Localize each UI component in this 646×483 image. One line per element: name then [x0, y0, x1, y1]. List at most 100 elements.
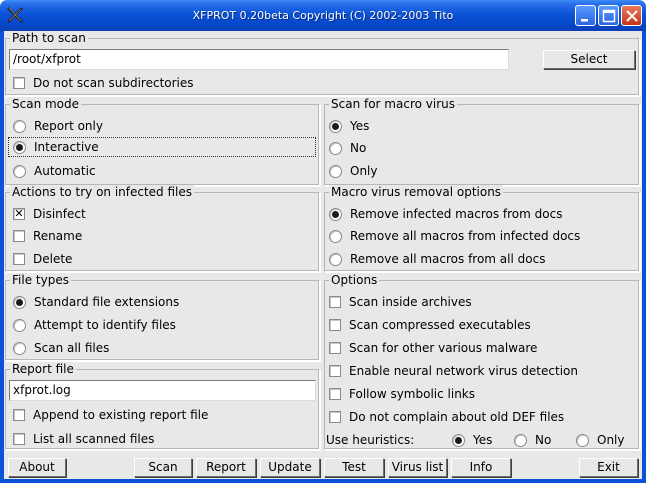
option-symlinks-checkbox[interactable]: Follow symbolic links: [329, 385, 475, 403]
checkbox-label: Do not complain about old DEF files: [349, 410, 565, 424]
radio-label: Yes: [473, 433, 493, 447]
option-neural-checkbox[interactable]: Enable neural network virus detection: [329, 362, 578, 380]
heuristics-yes[interactable]: Yes: [452, 431, 492, 449]
option-compressed-checkbox[interactable]: Scan compressed executables: [329, 316, 531, 334]
radio-label: No: [535, 433, 552, 447]
update-button[interactable]: Update: [260, 458, 320, 477]
file-types-standard[interactable]: Standard file extensions: [13, 293, 179, 311]
checkbox-label: Append to existing report file: [33, 408, 209, 422]
radio-label: Attempt to identify files: [34, 318, 176, 332]
macro-virus-only[interactable]: Only: [329, 162, 378, 180]
close-button[interactable]: [621, 5, 642, 26]
option-archives-checkbox[interactable]: Scan inside archives: [329, 293, 472, 311]
option-old-def-checkbox[interactable]: Do not complain about old DEF files: [329, 408, 564, 426]
radio-button: [13, 164, 26, 178]
virus-list-button[interactable]: Virus list: [388, 458, 447, 477]
radio-button: [329, 252, 342, 266]
window-title: XFPROT 0.20beta Copyright (C) 2002-2003 …: [192, 9, 454, 22]
radio-button: [329, 141, 342, 155]
title-bar[interactable]: XFPROT 0.20beta Copyright (C) 2002-2003 …: [0, 0, 646, 31]
radio-button: [329, 229, 342, 243]
file-types-identify[interactable]: Attempt to identify files: [13, 316, 176, 334]
test-button[interactable]: Test: [324, 458, 384, 477]
maximize-button[interactable]: [598, 5, 619, 26]
radio-button: [452, 433, 465, 447]
action-delete-checkbox[interactable]: Delete: [13, 250, 72, 268]
scan-button[interactable]: Scan: [134, 458, 192, 477]
maximize-icon: [602, 9, 616, 23]
no-subdirs-checkbox[interactable]: Do not scan subdirectories: [13, 74, 194, 92]
about-button[interactable]: About: [8, 458, 66, 477]
select-button[interactable]: Select: [543, 50, 635, 69]
option-malware-checkbox[interactable]: Scan for other various malware: [329, 339, 537, 357]
checkbox-box: [13, 77, 25, 89]
scan-mode-interactive[interactable]: Interactive: [8, 137, 316, 157]
checkbox-label: Disinfect: [33, 207, 86, 221]
radio-button: [514, 433, 527, 447]
radio-button: [13, 119, 26, 133]
close-icon: [626, 10, 638, 22]
group-title: Scan mode: [10, 97, 82, 111]
macro-removal-infected[interactable]: Remove infected macros from docs: [329, 205, 562, 223]
radio-button: [13, 341, 26, 355]
exit-button[interactable]: Exit: [579, 458, 638, 477]
checkbox-box: [13, 253, 25, 265]
radio-label: Report only: [34, 119, 103, 133]
checkbox-box: [13, 409, 25, 421]
checkbox-box: [329, 342, 341, 354]
radio-button: [13, 295, 26, 309]
scan-mode-automatic[interactable]: Automatic: [13, 162, 96, 180]
checkmark-icon: ✕: [13, 207, 25, 220]
append-report-checkbox[interactable]: Append to existing report file: [13, 406, 208, 424]
checkbox-label: List all scanned files: [33, 432, 155, 446]
radio-button: [576, 433, 589, 447]
checkbox-box: [329, 365, 341, 377]
radio-label: Interactive: [34, 140, 99, 154]
report-button[interactable]: Report: [196, 458, 256, 477]
list-all-checkbox[interactable]: List all scanned files: [13, 430, 154, 448]
checkbox-label: Rename: [33, 229, 83, 243]
radio-label: Yes: [350, 119, 370, 133]
checkbox-label: Enable neural network virus detection: [349, 364, 578, 378]
heuristics-no[interactable]: No: [514, 431, 551, 449]
checkbox-label: Delete: [33, 252, 73, 266]
minimize-button[interactable]: [575, 5, 596, 26]
info-button[interactable]: Info: [451, 458, 511, 477]
radio-label: Standard file extensions: [34, 295, 180, 309]
checkbox-box: [329, 296, 341, 308]
macro-removal-all-docs[interactable]: Remove all macros from all docs: [329, 250, 545, 268]
heuristics-only[interactable]: Only: [576, 431, 625, 449]
checkbox-label: Scan for other various malware: [349, 341, 538, 355]
checkbox-label: Follow symbolic links: [349, 387, 476, 401]
radio-button: [329, 119, 342, 133]
radio-label: Scan all files: [34, 341, 110, 355]
checkbox-box: [13, 433, 25, 445]
scan-mode-report-only[interactable]: Report only: [13, 117, 103, 135]
macro-removal-all-infected[interactable]: Remove all macros from infected docs: [329, 227, 580, 245]
radio-label: Remove infected macros from docs: [350, 207, 563, 221]
group-title: Report file: [10, 362, 76, 376]
radio-button: [13, 318, 26, 332]
group-title: Path to scan: [10, 31, 88, 45]
group-title: Actions to try on infected files: [10, 185, 195, 199]
minimize-icon: [581, 19, 588, 22]
checkbox-box: [13, 230, 25, 242]
group-title: Macro virus removal options: [329, 185, 504, 199]
checkbox-label: Do not scan subdirectories: [33, 76, 194, 90]
action-disinfect-checkbox[interactable]: ✕ Disinfect: [13, 205, 86, 223]
checkbox-box: [329, 411, 341, 423]
radio-label: No: [350, 141, 367, 155]
radio-button: [13, 140, 26, 154]
checkbox-label: Scan inside archives: [349, 295, 472, 309]
checkbox-box: [329, 388, 341, 400]
macro-virus-yes[interactable]: Yes: [329, 117, 369, 135]
action-rename-checkbox[interactable]: Rename: [13, 227, 82, 245]
macro-virus-no[interactable]: No: [329, 139, 366, 157]
radio-button: [329, 164, 342, 178]
path-input[interactable]: /root/xfprot: [9, 49, 509, 70]
file-types-all[interactable]: Scan all files: [13, 339, 109, 357]
report-file-input[interactable]: xfprot.log: [9, 380, 316, 401]
group-title: Scan for macro virus: [329, 97, 457, 111]
radio-label: Automatic: [34, 164, 96, 178]
heuristics-label: Use heuristics:: [326, 433, 415, 447]
